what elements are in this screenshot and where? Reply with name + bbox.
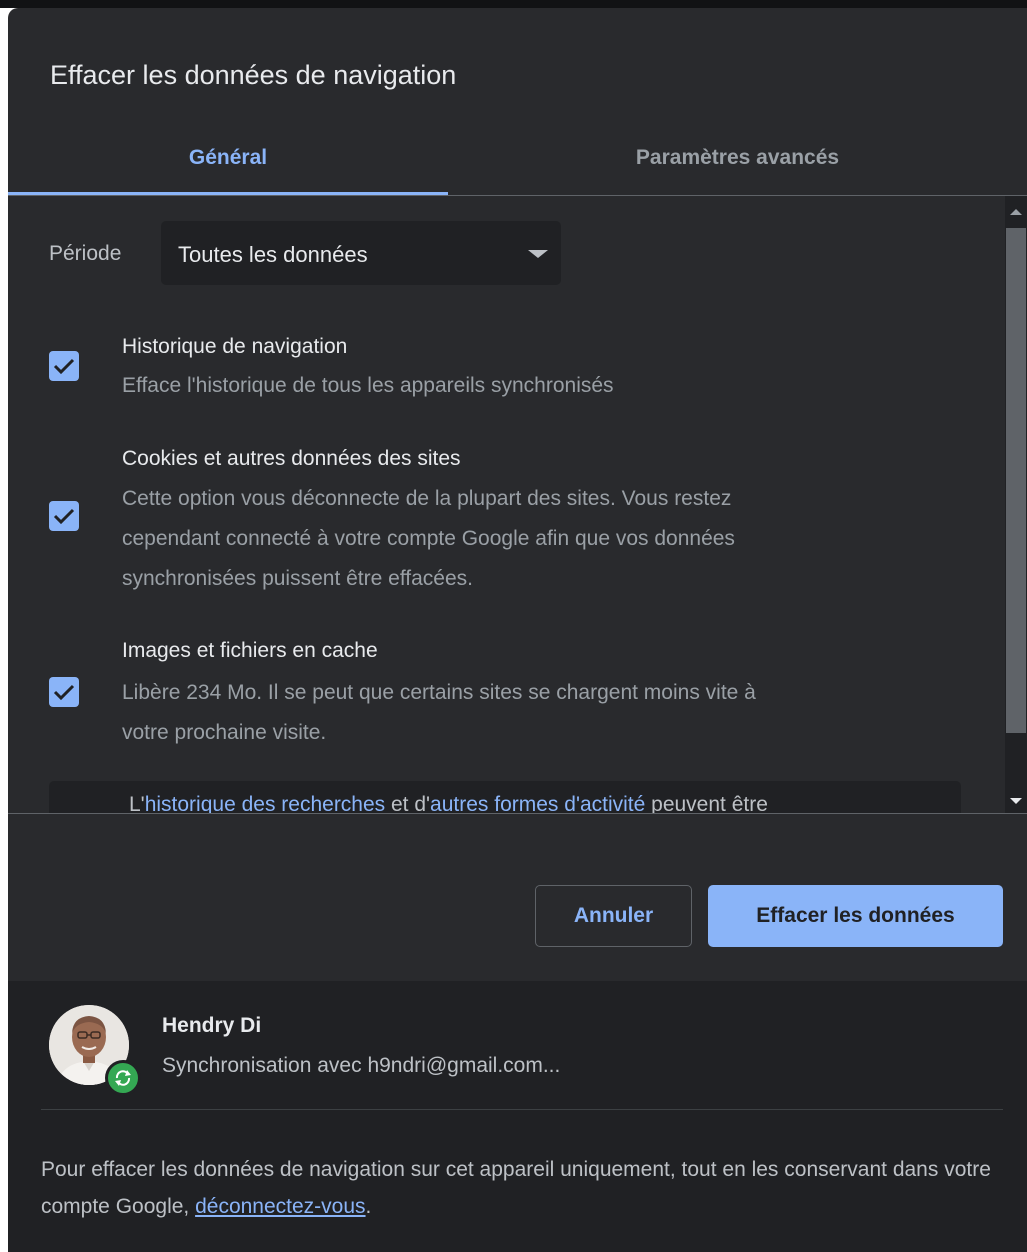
- clear-browsing-data-dialog: Effacer les données de navigation Généra…: [8, 8, 1027, 1252]
- sign-out-info-text: Pour effacer les données de navigation s…: [41, 1151, 1001, 1225]
- account-divider: [41, 1109, 1003, 1110]
- clear-data-button[interactable]: Effacer les données: [708, 885, 1003, 947]
- options-scroll-area: Période Toutes les données Historique de…: [8, 196, 1027, 813]
- option-description: Libère 234 Mo. Il se peut que certains s…: [122, 673, 922, 753]
- sync-icon: [115, 1070, 131, 1086]
- dropdown-arrow-icon: [528, 250, 548, 258]
- tab-advanced[interactable]: Paramètres avancés: [448, 128, 1027, 194]
- tab-bar: Général Paramètres avancés: [8, 128, 1027, 196]
- option-description: Efface l'historique de tous les appareil…: [122, 374, 614, 397]
- scrollbar[interactable]: [1005, 196, 1027, 813]
- info-text-suffix: peuvent être: [645, 793, 768, 813]
- account-sync-status: Synchronisation avec h9ndri@gmail.com...: [162, 1054, 561, 1077]
- info-text-prefix: L': [129, 793, 145, 813]
- browsing-history-checkbox[interactable]: [49, 351, 79, 381]
- description-line: Cette option vous déconnecte de la plupa…: [122, 487, 732, 510]
- content-divider: [8, 813, 1027, 814]
- other-activity-link[interactable]: autres formes d'activité: [430, 793, 645, 813]
- scrollbar-thumb[interactable]: [1006, 228, 1026, 733]
- option-title: Cookies et autres données des sites: [122, 447, 461, 470]
- checkmark-icon: [53, 508, 75, 525]
- sign-out-link[interactable]: déconnectez-vous: [195, 1195, 365, 1218]
- search-history-link[interactable]: historique des recherches: [145, 793, 385, 813]
- checkmark-icon: [53, 358, 75, 375]
- scroll-up-arrow-icon[interactable]: [1010, 209, 1022, 215]
- footer-text-end: .: [365, 1195, 372, 1218]
- activity-info-box: L'historique des recherches et d'autres …: [49, 781, 961, 813]
- cancel-button[interactable]: Annuler: [535, 885, 692, 947]
- period-selected-value: Toutes les données: [178, 242, 368, 267]
- tab-general[interactable]: Général: [8, 128, 448, 194]
- cached-images-checkbox[interactable]: [49, 677, 79, 707]
- description-line: synchronisées puissent être effacées.: [122, 567, 473, 590]
- account-section: Hendry Di Synchronisation avec h9ndri@gm…: [8, 981, 1027, 1252]
- sync-status-icon: [105, 1060, 141, 1096]
- option-title: Historique de navigation: [122, 335, 348, 358]
- description-line: cependant connecté à votre compte Google…: [122, 527, 735, 550]
- option-title: Images et fichiers en cache: [122, 639, 378, 662]
- window-top-strip: [0, 0, 1027, 8]
- description-line: votre prochaine visite.: [122, 721, 327, 744]
- option-description: Cette option vous déconnecte de la plupa…: [122, 479, 922, 599]
- scroll-down-arrow-icon[interactable]: [1010, 798, 1022, 804]
- period-label: Période: [49, 242, 122, 265]
- cookies-checkbox[interactable]: [49, 501, 79, 531]
- dialog-title: Effacer les données de navigation: [50, 60, 457, 90]
- account-name: Hendry Di: [162, 1014, 262, 1037]
- period-dropdown[interactable]: Toutes les données: [161, 221, 561, 285]
- footer-text-body: Pour effacer les données de navigation s…: [41, 1158, 991, 1218]
- info-text-middle: et d': [385, 793, 431, 813]
- checkmark-icon: [53, 684, 75, 701]
- activity-info-text: L'historique des recherches et d'autres …: [129, 793, 768, 813]
- description-line: Libère 234 Mo. Il se peut que certains s…: [122, 681, 756, 704]
